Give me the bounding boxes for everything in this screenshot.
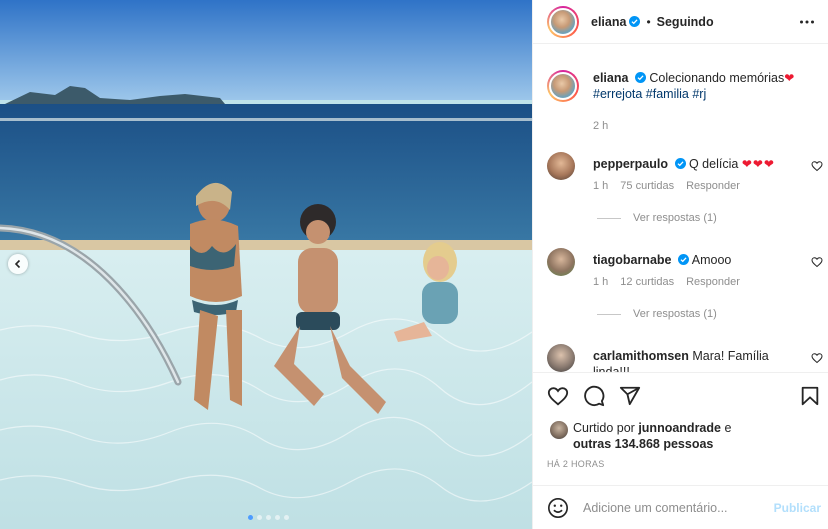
comment-likes[interactable]: 12 curtidas xyxy=(620,276,674,288)
heart-emojis: ❤❤❤ xyxy=(741,157,775,171)
comment-meta: 1 h 75 curtidas Responder xyxy=(593,180,740,192)
verified-badge-icon xyxy=(629,16,641,27)
post-side-panel: eliana • Seguindo eliana Colecionando me… xyxy=(532,0,828,529)
carousel-dot xyxy=(284,515,289,520)
carousel-dot xyxy=(275,515,280,520)
comment-text: pepperpaulo Q delícia ❤❤❤ xyxy=(593,156,803,172)
comment-input[interactable] xyxy=(583,500,763,515)
comment-time[interactable]: 1 h xyxy=(593,276,608,288)
liker-username[interactable]: junnoandrade xyxy=(638,421,721,435)
view-replies-label: Ver respostas (1) xyxy=(633,308,717,320)
comment-text: carlamithomsen Mara! Família linda!!! xyxy=(593,348,803,372)
liker-avatar[interactable] xyxy=(550,421,568,439)
liked-by-prefix: Curtido por xyxy=(573,421,635,435)
carousel-dot xyxy=(248,515,253,520)
caption-body: Colecionando memórias xyxy=(649,71,785,85)
follow-status-button[interactable]: Seguindo xyxy=(657,15,714,29)
others-likes-link[interactable]: outras 134.868 pessoas xyxy=(573,437,713,451)
smiley-icon[interactable] xyxy=(547,497,569,519)
heart-icon[interactable] xyxy=(811,160,823,172)
caption-author-avatar[interactable] xyxy=(547,70,579,102)
comment-meta: 1 h 12 curtidas Responder xyxy=(593,276,740,288)
author-username[interactable]: eliana xyxy=(591,15,626,29)
ellipsis-icon[interactable] xyxy=(799,14,815,30)
caption-timestamp[interactable]: 2 h xyxy=(593,120,608,132)
action-bar xyxy=(533,372,828,416)
likes-summary: Curtido por junnoandrade e outras 134.86… xyxy=(547,416,817,454)
heart-emoji: ❤ xyxy=(784,71,796,85)
commenter-avatar[interactable] xyxy=(547,344,575,372)
heart-icon[interactable] xyxy=(811,256,823,268)
commenter-username[interactable]: pepperpaulo xyxy=(593,157,668,171)
view-replies-label: Ver respostas (1) xyxy=(633,212,717,224)
caption-text: eliana Colecionando memórias❤ #errejota … xyxy=(593,70,819,102)
comment-text: tiagobarnabe Amooo xyxy=(593,252,803,268)
replies-line xyxy=(597,217,621,219)
commenter-avatar[interactable] xyxy=(547,248,575,276)
post-time-ago[interactable]: HÁ 2 HORAS xyxy=(547,459,605,469)
comment-bubble-icon[interactable] xyxy=(583,385,605,407)
carousel-indicator xyxy=(248,515,289,520)
post-image xyxy=(0,0,532,529)
caption-author[interactable]: eliana xyxy=(593,71,628,85)
separator-dot: • xyxy=(646,14,651,29)
reply-button[interactable]: Responder xyxy=(686,276,740,288)
commenter-username[interactable]: carlamithomsen xyxy=(593,349,689,363)
post-header: eliana • Seguindo xyxy=(533,0,828,44)
comment-likes[interactable]: 75 curtidas xyxy=(620,180,674,192)
heart-icon[interactable] xyxy=(547,385,569,407)
replies-line xyxy=(597,313,621,315)
comment-body: Q delícia xyxy=(688,157,739,171)
previous-photo-button[interactable] xyxy=(8,254,28,274)
author-avatar[interactable] xyxy=(547,5,579,38)
bookmark-icon[interactable] xyxy=(799,385,821,407)
view-replies-button[interactable]: Ver respostas (1) xyxy=(597,308,717,320)
commenter-username[interactable]: tiagobarnabe xyxy=(593,253,672,267)
verified-badge-icon xyxy=(634,72,646,83)
commenter-avatar[interactable] xyxy=(547,152,575,180)
verified-badge-icon xyxy=(677,254,689,265)
chevron-left-icon xyxy=(14,259,21,269)
carousel-dot xyxy=(266,515,271,520)
liked-by-conjunction: e xyxy=(724,421,732,435)
comment-time[interactable]: 1 h xyxy=(593,180,608,192)
publish-button[interactable]: Publicar xyxy=(774,501,821,515)
add-comment-bar: Publicar xyxy=(533,485,828,529)
comments-section[interactable]: eliana Colecionando memórias❤ #errejota … xyxy=(533,44,828,372)
reply-button[interactable]: Responder xyxy=(686,180,740,192)
carousel-dot xyxy=(257,515,262,520)
likes-text: Curtido por junnoandrade e outras 134.86… xyxy=(573,420,813,452)
verified-badge-icon xyxy=(674,158,686,169)
comment-body: Amooo xyxy=(691,253,732,267)
post-photo[interactable] xyxy=(0,0,532,529)
caption-hashtags[interactable]: #errejota #familia #rj xyxy=(593,87,706,101)
view-replies-button[interactable]: Ver respostas (1) xyxy=(597,212,717,224)
paper-plane-icon[interactable] xyxy=(619,385,641,407)
heart-icon[interactable] xyxy=(811,352,823,364)
